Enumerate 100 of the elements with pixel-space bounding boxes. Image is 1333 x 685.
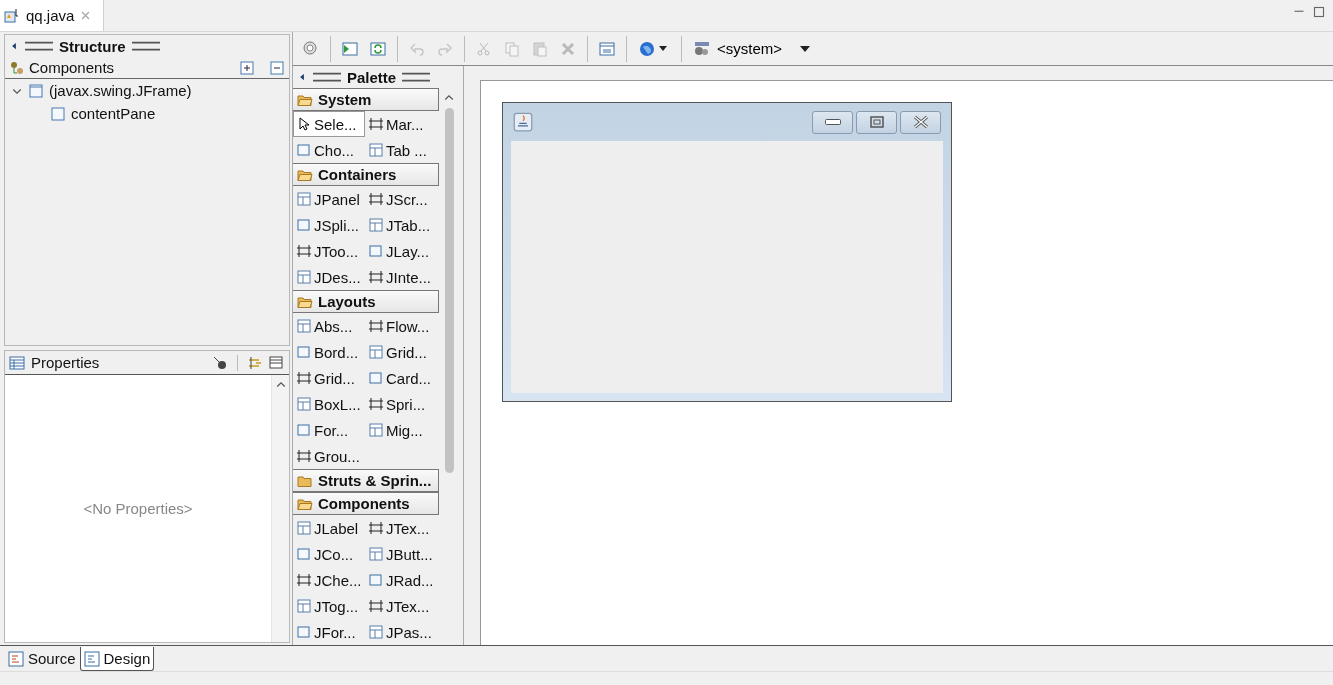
minimize-button[interactable] [812,110,853,134]
palette-item[interactable]: BoxL... [293,391,365,417]
panel-icon [368,217,384,233]
grid-icon [368,598,384,614]
panel-icon [296,598,312,614]
tree-item[interactable]: (javax.swing.JFrame) [5,79,289,102]
collapse-all-icon [269,59,285,76]
play-icon [342,40,358,57]
palette-item[interactable]: Mar... [365,111,437,137]
java-file-icon [4,7,20,24]
panel-icon [296,269,312,285]
grid-icon [296,370,312,386]
panel-icon [296,520,312,536]
paste-icon [532,40,548,57]
panel-icon [296,318,312,334]
grid-icon [368,269,384,285]
pointer-icon [296,116,312,132]
palette-category[interactable]: Layouts [293,290,439,313]
palette-category[interactable]: Struts & Sprin... [293,469,439,492]
scissors-icon [476,40,492,57]
globe-icon [639,40,655,57]
editor-mode-tab[interactable]: Source [4,647,80,671]
palette-item[interactable]: JTab... [365,212,437,238]
close-button[interactable] [900,110,941,134]
palette-item[interactable]: JLabel [293,515,365,541]
editor-tab[interactable]: qq.java [0,0,105,31]
frame-icon [296,142,312,158]
panel-icon [368,344,384,360]
palette-item[interactable]: JScr... [365,186,437,212]
palette-item[interactable]: Mig... [365,417,437,443]
refresh-icon [370,40,386,57]
panel-icon [296,191,312,207]
caret-icon [800,45,811,52]
properties-icon [9,354,25,371]
palette-category[interactable]: Components [293,492,439,515]
grid-icon [368,520,384,536]
palette-item[interactable]: JCo... [293,541,365,567]
panel-title: Structure [59,37,126,55]
grid-icon [368,116,384,132]
palette-item[interactable]: JFor... [293,619,365,645]
editor-mode-tab[interactable]: Design [79,647,155,671]
frame-icon [368,243,384,259]
panel-icon [368,422,384,438]
palette-item[interactable]: JSpli... [293,212,365,238]
palette-item[interactable]: JButt... [365,541,437,567]
palette-item[interactable]: JChe... [293,567,365,593]
grid-icon [368,191,384,207]
palette-item[interactable]: JTex... [365,593,437,619]
palette-item[interactable]: Tab ... [365,137,437,163]
document-icon [8,650,24,667]
palette-category[interactable]: System [293,88,439,111]
panel-title: Palette [347,68,397,86]
close-icon [80,10,92,21]
palette-item[interactable]: JDes... [293,264,365,290]
section-title: Components [29,59,116,76]
panel-icon [368,624,384,640]
panel-icon [296,396,312,412]
components-icon [9,59,25,76]
palette-item[interactable]: Card... [365,365,437,391]
minimize-icon [824,119,841,125]
palette-item[interactable]: Cho... [293,137,365,163]
expand-all-icon [239,59,255,76]
maximize-icon [869,116,884,128]
palette-item[interactable]: Bord... [293,339,365,365]
palette-item[interactable]: JTog... [293,593,365,619]
palette-item[interactable]: Grou... [293,443,365,469]
frame-icon [296,624,312,640]
palette-item[interactable]: JPas... [365,619,437,645]
palette-item[interactable]: JToo... [293,238,365,264]
palette-item[interactable]: JPanel [293,186,365,212]
palette-item[interactable]: For... [293,417,365,443]
grid-icon [296,243,312,259]
tree-item[interactable]: contentPane [5,102,289,125]
close-icon [912,115,929,129]
frame-icon [296,422,312,438]
scrollbar[interactable] [271,375,289,642]
frame-icon [296,217,312,233]
form-icon [599,40,615,57]
document-icon [83,650,100,667]
palette-item[interactable]: JLay... [365,238,437,264]
panel-icon [368,142,384,158]
grid-icon [368,396,384,412]
palette-item[interactable]: JRad... [365,567,437,593]
palette-item[interactable]: Sele... [293,111,365,137]
palette-item[interactable]: Abs... [293,313,365,339]
frame-icon [368,572,384,588]
palette-item[interactable]: Spri... [365,391,437,417]
grid-icon [296,572,312,588]
frame-icon [296,546,312,562]
look-and-feel-dropdown[interactable]: <system> [689,40,815,57]
palette-item[interactable]: Flow... [365,313,437,339]
maximize-icon [1313,6,1325,18]
maximize-button[interactable] [856,110,897,134]
palette-item[interactable]: Grid... [365,339,437,365]
palette-item[interactable]: JTex... [365,515,437,541]
palette-category[interactable]: Containers [293,163,439,186]
table-icon [269,354,285,371]
panel-title: Properties [31,354,101,371]
palette-item[interactable]: Grid... [293,365,365,391]
palette-item[interactable]: JInte... [365,264,437,290]
